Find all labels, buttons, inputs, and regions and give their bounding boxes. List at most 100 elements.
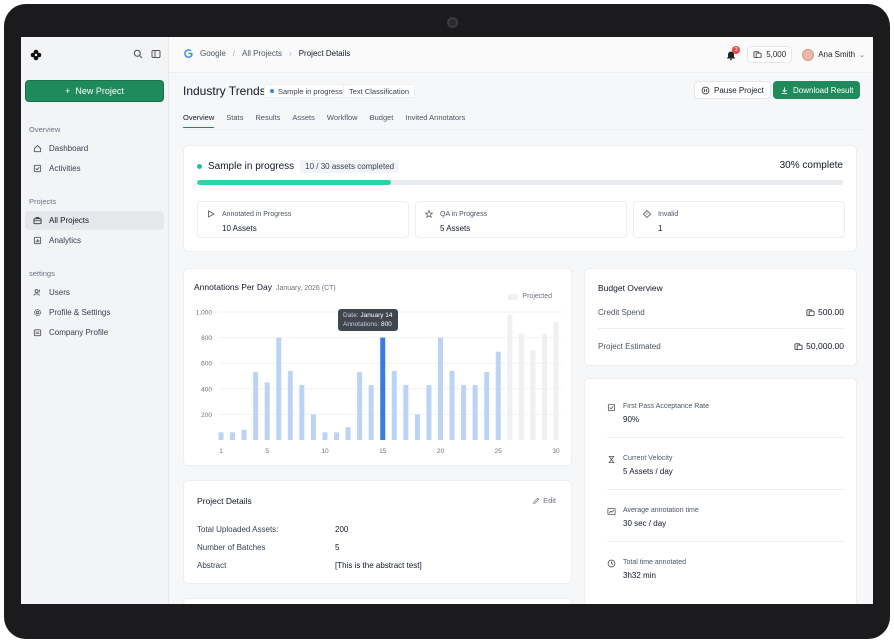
avatar <box>802 48 815 61</box>
building-icon <box>33 329 42 337</box>
bar[interactable] <box>495 351 501 440</box>
notifications-button[interactable]: 3 <box>725 45 741 61</box>
status-badge: Sample in progress <box>264 84 349 98</box>
x-tick-label: 20 <box>437 448 445 455</box>
x-tick-label: 1 <box>219 448 223 455</box>
stat-label: QA in Progress <box>440 211 488 218</box>
budget-card: Budget Overview Credit Spend 500.00 Proj… <box>584 268 857 366</box>
tooltip-value: 800 <box>380 321 392 328</box>
tab-results[interactable]: Results <box>255 113 280 128</box>
bar[interactable] <box>253 372 259 440</box>
metric-label: First Pass Acceptance Rate <box>623 403 709 410</box>
tab-invited-annotators[interactable]: Invited Annotators <box>405 113 465 128</box>
sidebar-item-users[interactable]: Users <box>25 283 164 302</box>
app-screen: + New Project Overview Dashboard Activit… <box>21 37 873 604</box>
sidebar-item-label: Dashboard <box>49 144 89 153</box>
notification-badge: 3 <box>732 45 741 54</box>
bar[interactable] <box>403 384 409 440</box>
metric-acceptance-rate: First Pass Acceptance Rate 90% <box>607 403 709 424</box>
projected-bar[interactable] <box>541 333 547 440</box>
pencil-icon <box>533 497 540 504</box>
projected-bar[interactable] <box>530 350 536 440</box>
tab-stats[interactable]: Stats <box>226 113 243 128</box>
bar[interactable] <box>310 414 316 440</box>
tab-workflow[interactable]: Workflow <box>327 113 358 128</box>
user-menu[interactable]: Ana Smith ⌄ <box>802 48 865 61</box>
y-tick-label: 1,000 <box>196 310 213 317</box>
y-tick-label: 400 <box>201 386 212 393</box>
progress-status-label: Sample in progress <box>208 161 295 172</box>
download-result-button[interactable]: Download Result <box>773 81 861 99</box>
bar[interactable] <box>461 384 467 440</box>
metric-value: 5 Assets / day <box>623 467 673 476</box>
bar[interactable] <box>230 432 236 440</box>
bar[interactable] <box>322 432 328 440</box>
breadcrumb-separator: / <box>232 49 236 58</box>
sidebar-item-label: Users <box>49 288 70 297</box>
bar[interactable] <box>368 384 374 440</box>
sidebar-item-company-profile[interactable]: Company Profile <box>25 323 164 342</box>
google-icon <box>184 49 193 58</box>
page-title: Industry Trends <box>183 84 266 98</box>
sidebar-item-activities[interactable]: Activities <box>25 159 164 178</box>
bar[interactable] <box>437 337 443 440</box>
budget-value: 500.00 <box>818 307 844 317</box>
sidebar: + New Project Overview Dashboard Activit… <box>21 37 169 604</box>
chevron-down-icon: ⌄ <box>859 51 865 59</box>
projected-bar[interactable] <box>518 333 524 440</box>
bar[interactable] <box>334 432 340 440</box>
details-value: [This is the abstract test] <box>335 561 422 570</box>
tab-budget[interactable]: Budget <box>370 113 394 128</box>
edit-button[interactable]: Edit <box>532 496 556 505</box>
sidebar-item-profile-settings[interactable]: Profile & Settings <box>25 303 164 322</box>
budget-label: Credit Spend <box>598 307 645 317</box>
bar[interactable] <box>472 384 478 440</box>
projected-bar[interactable] <box>507 314 513 440</box>
sidebar-item-dashboard[interactable]: Dashboard <box>25 139 164 158</box>
bar[interactable] <box>218 432 224 440</box>
metric-label: Average annotation time <box>623 507 699 514</box>
projected-bar[interactable] <box>553 322 559 440</box>
bar[interactable] <box>380 337 386 440</box>
divider <box>598 328 844 329</box>
breadcrumb-all-projects[interactable]: All Projects <box>242 49 282 58</box>
bar[interactable] <box>299 384 305 440</box>
divider <box>607 489 845 490</box>
bar[interactable] <box>484 372 490 440</box>
pause-project-button[interactable]: Pause Project <box>694 81 771 99</box>
search-icon[interactable] <box>133 49 143 59</box>
bar[interactable] <box>345 427 351 440</box>
tab-assets[interactable]: Assets <box>292 113 315 128</box>
bar[interactable] <box>241 429 247 440</box>
stat-value: 5 Assets <box>440 224 471 233</box>
checkbox-icon <box>607 403 616 412</box>
bar[interactable] <box>287 370 293 440</box>
tab-overview[interactable]: Overview <box>183 113 215 128</box>
details-value: 200 <box>335 525 349 534</box>
type-badge-label: Text Classification <box>349 86 410 96</box>
sidebar-item-analytics[interactable]: Analytics <box>25 231 164 250</box>
metrics-card: First Pass Acceptance Rate 90% Current V… <box>584 378 857 604</box>
new-project-button[interactable]: + New Project <box>25 80 164 102</box>
sidebar-toggle-icon[interactable] <box>151 49 161 59</box>
bar[interactable] <box>449 370 455 440</box>
annotations-bar-chart: 2004006008001,0001 5 10 15 20 25 30 <box>196 310 562 455</box>
credits-badge[interactable]: 5,000 <box>747 46 793 63</box>
bar[interactable] <box>414 414 420 440</box>
bar[interactable] <box>357 372 363 440</box>
bar[interactable] <box>264 382 270 440</box>
breadcrumb-google[interactable]: Google <box>200 49 226 58</box>
play-icon <box>208 210 215 218</box>
bar[interactable] <box>276 337 282 440</box>
budget-estimated: Project Estimated 50,000.00 <box>598 341 844 351</box>
bar[interactable] <box>391 370 397 440</box>
pause-icon <box>701 86 710 94</box>
stat-annotated: Annotated in Progress 10 Assets <box>197 201 409 238</box>
sidebar-item-label: Analytics <box>49 236 82 245</box>
y-tick-label: 200 <box>201 412 212 419</box>
stat-qa: QA in Progress 5 Assets <box>415 201 627 238</box>
y-tick-label: 800 <box>201 335 212 342</box>
bar[interactable] <box>426 384 432 440</box>
logo-icon <box>30 49 42 61</box>
sidebar-item-all-projects[interactable]: All Projects <box>25 211 164 230</box>
